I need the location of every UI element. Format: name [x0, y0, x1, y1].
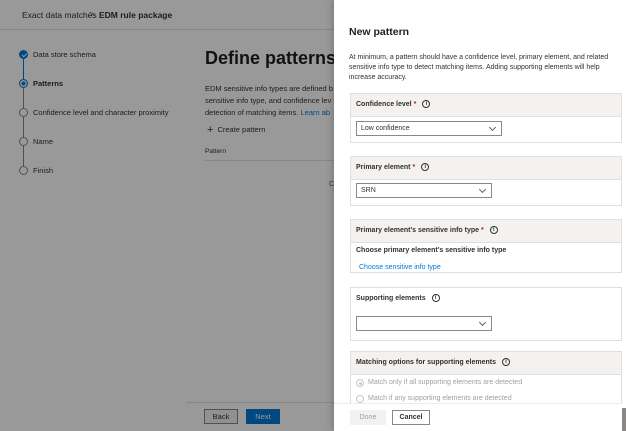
panel-scrollbar[interactable]: [622, 0, 626, 431]
section-title: Matching options for supporting elements…: [356, 358, 510, 367]
matching-options-section: Matching options for supporting elements…: [350, 351, 622, 411]
radio-label: Match if any supporting elements are det…: [368, 395, 512, 402]
sensitive-info-type-section: Primary element's sensitive info type * i …: [350, 219, 622, 273]
dropdown-value: Low confidence: [361, 125, 410, 132]
confidence-level-dropdown[interactable]: Low confidence: [356, 121, 502, 136]
section-header: Matching options for supporting elements…: [351, 352, 621, 375]
primary-element-dropdown[interactable]: SRN: [356, 183, 492, 198]
cancel-button[interactable]: Cancel: [392, 410, 430, 425]
matching-options-label: Matching options for supporting elements: [356, 359, 496, 366]
chevron-down-icon: [478, 185, 487, 194]
panel-footer: Done Cancel: [334, 403, 626, 431]
primary-element-section: Primary element * i SRN: [350, 156, 622, 206]
required-marker: *: [413, 101, 417, 108]
required-marker: *: [481, 227, 484, 234]
section-header: Primary element's sensitive info type * i: [351, 220, 621, 243]
supporting-elements-dropdown[interactable]: [356, 316, 492, 331]
section-title: Primary element's sensitive info type * i: [356, 226, 498, 235]
panel-description: At minimum, a pattern should have a conf…: [349, 54, 609, 81]
panel-title: New pattern: [349, 26, 410, 38]
supporting-elements-label: Supporting elements: [356, 295, 426, 302]
modal-overlay[interactable]: [0, 0, 334, 431]
section-title: Confidence level * i: [356, 100, 431, 109]
primary-element-label: Primary element: [356, 164, 411, 171]
info-icon[interactable]: i: [489, 226, 498, 234]
scrollbar-thumb[interactable]: [622, 408, 626, 431]
radio-selected-icon: [356, 379, 364, 387]
radio-label: Match only if all supporting elements ar…: [368, 379, 523, 386]
sensitive-info-type-sublabel: Choose primary element's sensitive info …: [356, 247, 507, 254]
radio-icon: [356, 395, 364, 403]
section-header: Primary element * i: [351, 157, 621, 180]
chevron-down-icon: [478, 318, 487, 327]
confidence-level-label: Confidence level: [356, 101, 412, 108]
info-icon[interactable]: i: [502, 358, 510, 366]
sensitive-info-type-label: Primary element's sensitive info type: [356, 227, 480, 234]
supporting-elements-section: Supporting elements i: [350, 287, 622, 341]
section-header: Supporting elements i: [351, 288, 621, 311]
new-pattern-panel: New pattern At minimum, a pattern should…: [334, 0, 626, 431]
info-icon[interactable]: i: [431, 294, 440, 302]
required-marker: *: [412, 164, 416, 171]
info-icon[interactable]: i: [421, 163, 430, 171]
section-title: Primary element * i: [356, 163, 430, 172]
confidence-level-section: Confidence level * i Low confidence: [350, 93, 622, 143]
choose-sensitive-info-type-link[interactable]: Choose sensitive info type: [359, 264, 441, 271]
done-button[interactable]: Done: [350, 410, 386, 425]
section-title: Supporting elements i: [356, 294, 440, 303]
chevron-down-icon: [488, 123, 497, 132]
info-icon[interactable]: i: [422, 100, 431, 108]
section-header: Confidence level * i: [351, 94, 621, 117]
dropdown-value: SRN: [361, 187, 376, 194]
